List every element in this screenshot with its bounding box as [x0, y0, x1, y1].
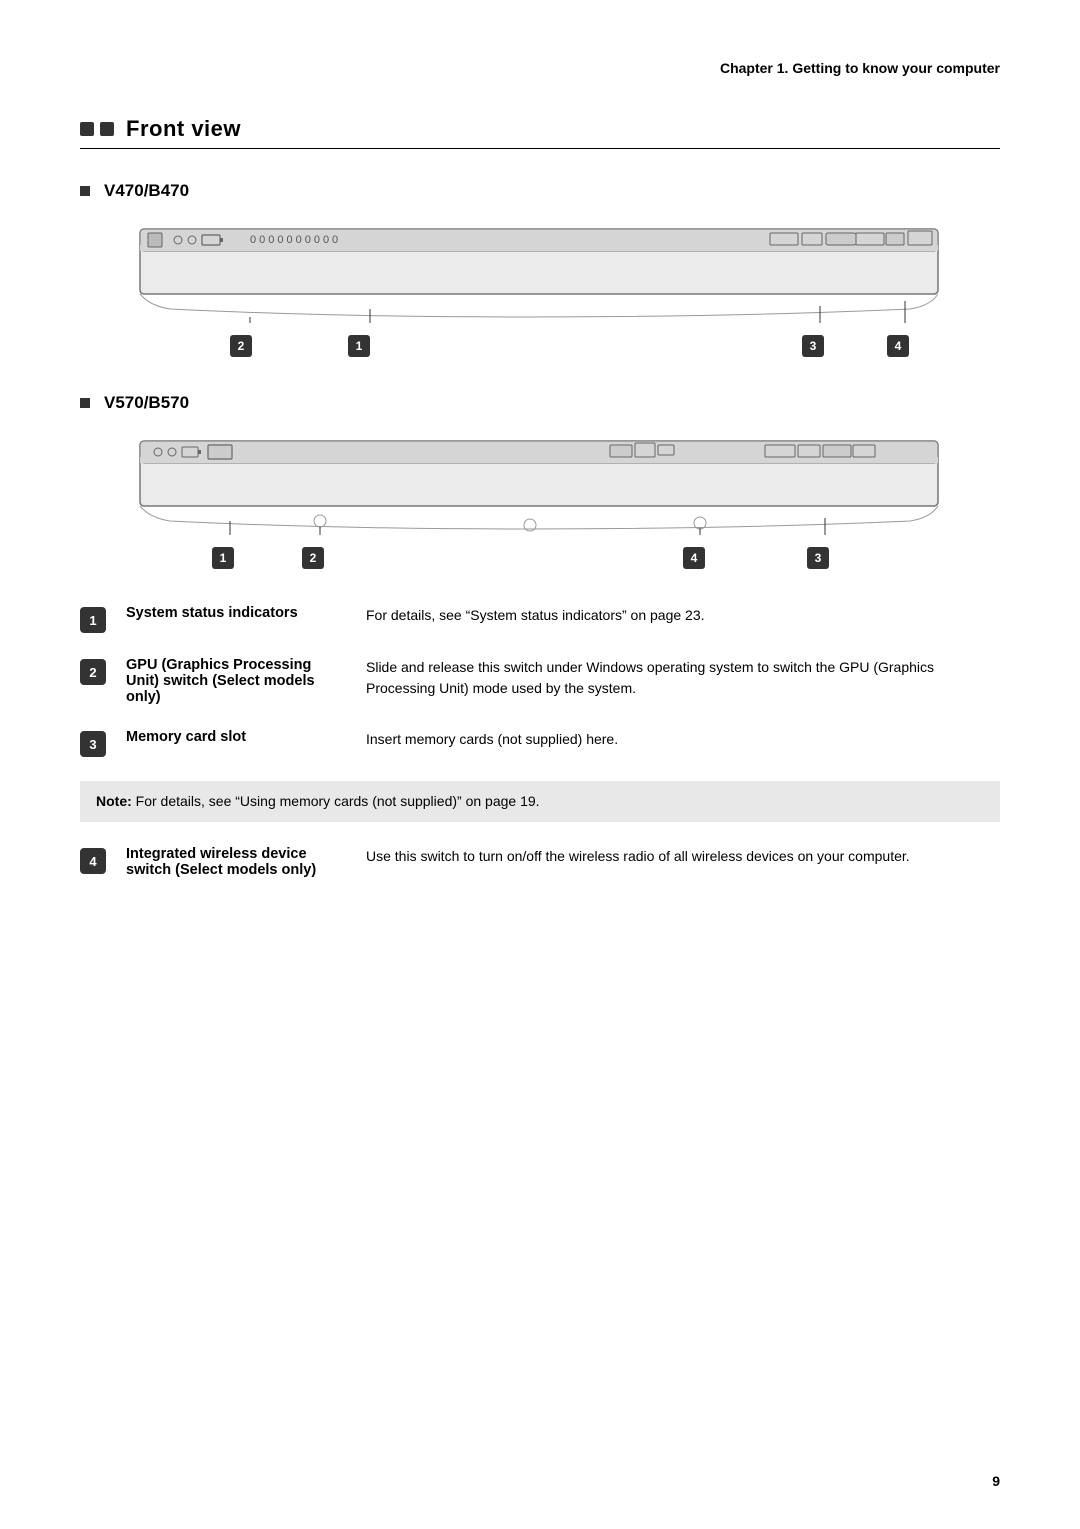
chapter-header: Chapter 1. Getting to know your computer [80, 60, 1000, 76]
note-text: For details, see “Using memory cards (no… [136, 793, 540, 809]
desc-def-2: Slide and release this switch under Wind… [366, 657, 1000, 699]
callout-3-v570: 3 [807, 547, 829, 569]
v470-title-row: V470/B470 [80, 181, 1000, 201]
callout-1-v470: 1 [348, 335, 370, 357]
callout-1-v570: 1 [212, 547, 234, 569]
v470-callouts: 2 1 3 4 [130, 335, 950, 363]
section-icon-2 [100, 122, 114, 136]
desc-term-1: System status indicators [126, 605, 346, 621]
v570-section: V570/B570 [80, 393, 1000, 575]
v570-title: V570/B570 [104, 393, 189, 413]
desc-number-4: 4 [80, 848, 106, 874]
callout-2-v570: 2 [302, 547, 324, 569]
callout-3-v470: 3 [802, 335, 824, 357]
page-number: 9 [992, 1473, 1000, 1489]
badge-3: 3 [802, 335, 824, 357]
desc-row-4: 4 Integrated wireless device switch (Sel… [80, 846, 1000, 878]
descriptions-section: 1 System status indicators For details, … [80, 605, 1000, 878]
badge-2-v570: 2 [302, 547, 324, 569]
section-icons [80, 122, 114, 136]
desc-term-2: GPU (Graphics Processing Unit) switch (S… [126, 657, 346, 705]
section-title-row: Front view [80, 116, 1000, 149]
callout-2-v470: 2 [230, 335, 252, 357]
section-icon-1 [80, 122, 94, 136]
section-title: Front view [126, 116, 241, 142]
desc-row-2: 2 GPU (Graphics Processing Unit) switch … [80, 657, 1000, 705]
v470-bullet-icon [80, 186, 90, 196]
badge-1: 1 [348, 335, 370, 357]
desc-def-4: Use this switch to turn on/off the wirel… [366, 846, 1000, 867]
badge-4-v570: 4 [683, 547, 705, 569]
svg-text:0000000000: 0000000000 [250, 234, 341, 246]
desc-number-1: 1 [80, 607, 106, 633]
desc-number-2: 2 [80, 659, 106, 685]
v470-diagram-container: 0000000000 2 [80, 221, 1000, 363]
v470-title: V470/B470 [104, 181, 189, 201]
v570-callouts: 1 2 4 3 [130, 547, 950, 575]
v470-section: V470/B470 0000000000 [80, 181, 1000, 363]
v570-bullet-icon [80, 398, 90, 408]
page-container: Chapter 1. Getting to know your computer… [0, 0, 1080, 1529]
desc-row-1: 1 System status indicators For details, … [80, 605, 1000, 633]
chapter-title: Chapter 1. Getting to know your computer [720, 60, 1000, 76]
v570-diagram [130, 433, 950, 543]
desc-def-1: For details, see “System status indicato… [366, 605, 1000, 626]
desc-term-4: Integrated wireless device switch (Selec… [126, 846, 346, 878]
desc-number-3: 3 [80, 731, 106, 757]
badge-4: 4 [887, 335, 909, 357]
callout-4-v570: 4 [683, 547, 705, 569]
desc-def-3: Insert memory cards (not supplied) here. [366, 729, 1000, 750]
v570-title-row: V570/B570 [80, 393, 1000, 413]
desc-term-3: Memory card slot [126, 729, 346, 745]
badge-3-v570: 3 [807, 547, 829, 569]
callout-4-v470: 4 [887, 335, 909, 357]
v470-diagram: 0000000000 [130, 221, 950, 331]
badge-2: 2 [230, 335, 252, 357]
desc-row-3: 3 Memory card slot Insert memory cards (… [80, 729, 1000, 757]
v570-diagram-container: 1 2 4 3 [80, 433, 1000, 575]
note-label: Note: [96, 793, 132, 809]
note-box: Note: For details, see “Using memory car… [80, 781, 1000, 822]
badge-1-v570: 1 [212, 547, 234, 569]
